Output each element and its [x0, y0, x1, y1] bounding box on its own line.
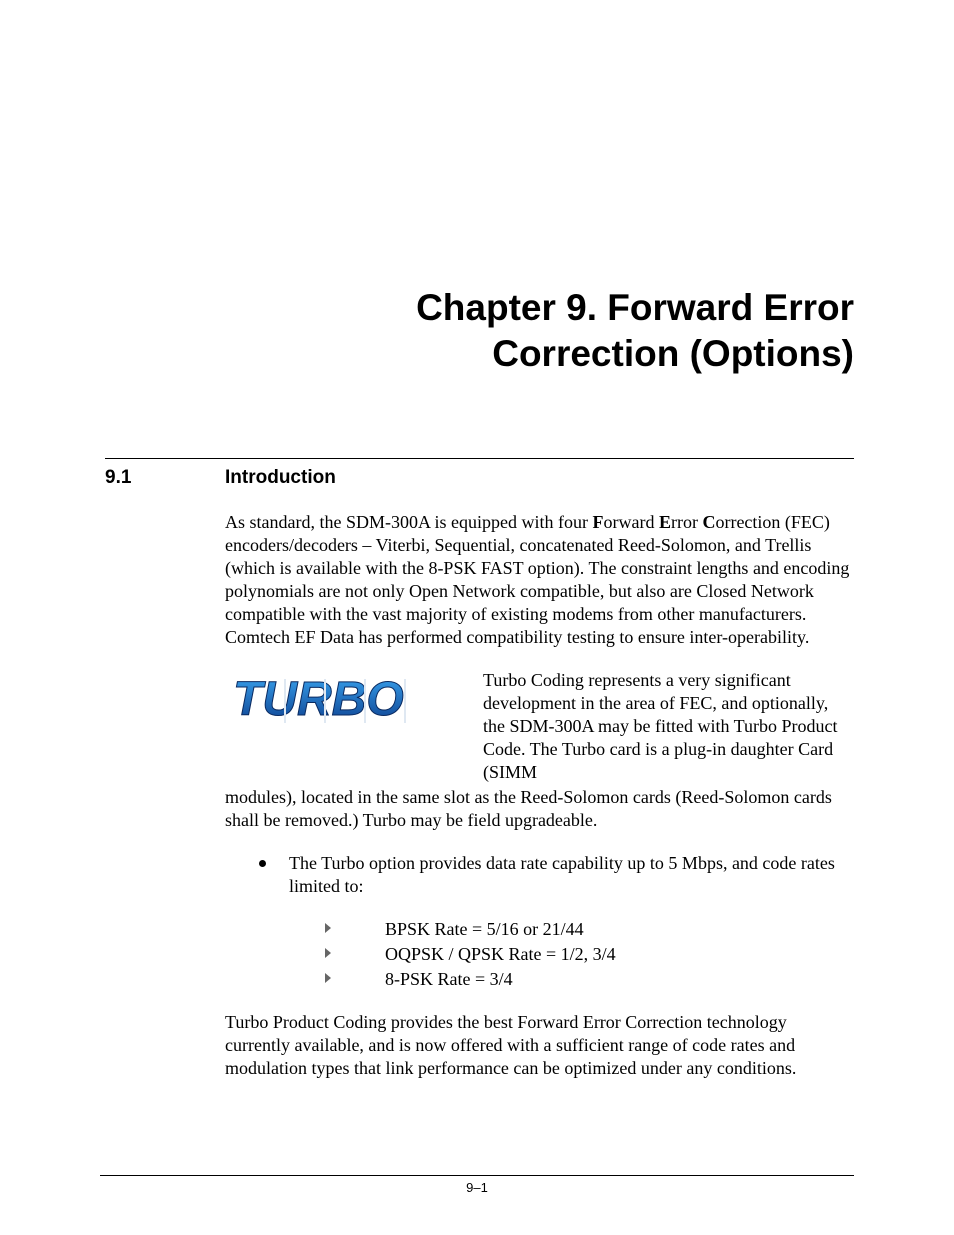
sub-bullet-list: BPSK Rate = 5/16 or 21/44 OQPSK / QPSK R…: [325, 918, 854, 991]
list-item: The Turbo option provides data rate capa…: [259, 852, 854, 898]
svg-text:TURBO: TURBO: [233, 673, 404, 726]
paragraph-conclusion: Turbo Product Coding provides the best F…: [225, 1011, 854, 1080]
sub-bullet-text: OQPSK / QPSK Rate = 1/2, 3/4: [385, 944, 616, 964]
bullet-text: The Turbo option provides data rate capa…: [289, 853, 835, 896]
section-rule: [105, 458, 854, 459]
footer-rule: [100, 1175, 854, 1176]
page-footer: 9–1: [100, 1175, 854, 1195]
chapter-title-line2: Correction (Options): [492, 333, 854, 374]
turbo-block: TURBO Turbo Coding represents a very sig…: [225, 669, 854, 784]
turbo-continuation: modules), located in the same slot as th…: [225, 786, 854, 832]
chapter-title-line1: Chapter 9. Forward Error: [416, 287, 854, 328]
section-title: Introduction: [225, 467, 336, 489]
triangle-icon: [325, 923, 331, 933]
list-item: OQPSK / QPSK Rate = 1/2, 3/4: [325, 943, 854, 966]
list-item: 8-PSK Rate = 3/4: [325, 968, 854, 991]
section-heading: 9.1 Introduction: [105, 467, 854, 489]
bullet-list: The Turbo option provides data rate capa…: [259, 852, 854, 898]
turbo-side-text: Turbo Coding represents a very significa…: [483, 669, 854, 784]
page-number: 9–1: [100, 1180, 854, 1195]
triangle-icon: [325, 948, 331, 958]
paragraph-intro: As standard, the SDM-300A is equipped wi…: [225, 511, 854, 649]
chapter-title: Chapter 9. Forward Error Correction (Opt…: [105, 285, 854, 378]
list-item: BPSK Rate = 5/16 or 21/44: [325, 918, 854, 941]
body-content: As standard, the SDM-300A is equipped wi…: [225, 511, 854, 1081]
document-page: Chapter 9. Forward Error Correction (Opt…: [0, 0, 954, 1235]
turbo-logo-icon: TURBO: [225, 669, 455, 731]
section-number: 9.1: [105, 467, 225, 489]
sub-bullet-text: BPSK Rate = 5/16 or 21/44: [385, 919, 584, 939]
triangle-icon: [325, 973, 331, 983]
sub-bullet-text: 8-PSK Rate = 3/4: [385, 969, 513, 989]
